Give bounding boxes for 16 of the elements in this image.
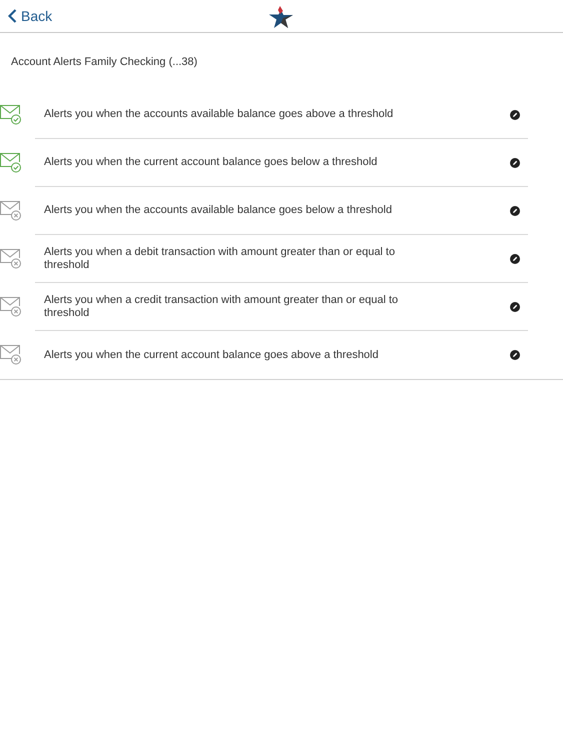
star-logo-icon xyxy=(268,4,294,30)
chevron-left-icon xyxy=(8,9,17,23)
alert-description: Alerts you when the accounts available balance goes above a threshold xyxy=(43,108,394,121)
alert-description: Alerts you when a credit transaction with amount greater than or equal to threshold xyxy=(43,294,400,320)
edit-icon[interactable] xyxy=(510,110,520,120)
alert-description: Alerts you when the accounts available balance goes below a threshold xyxy=(43,204,393,217)
edit-icon[interactable] xyxy=(510,158,520,168)
edit-icon[interactable] xyxy=(510,254,520,264)
alert-description: Alerts you when the current account balance goes above a threshold xyxy=(43,348,380,362)
alert-description: Alerts you when a debit transaction with amount greater than or equal to threshold xyxy=(43,246,396,272)
alert-description: Alerts you when the current account balance goes below a threshold xyxy=(43,156,378,169)
page-title: Account Alerts Family Checking (...38) xyxy=(11,54,198,70)
edit-icon[interactable] xyxy=(510,206,520,216)
edit-icon[interactable] xyxy=(510,302,520,312)
back-button[interactable]: Back xyxy=(0,6,52,26)
edit-icon[interactable] xyxy=(510,350,520,360)
